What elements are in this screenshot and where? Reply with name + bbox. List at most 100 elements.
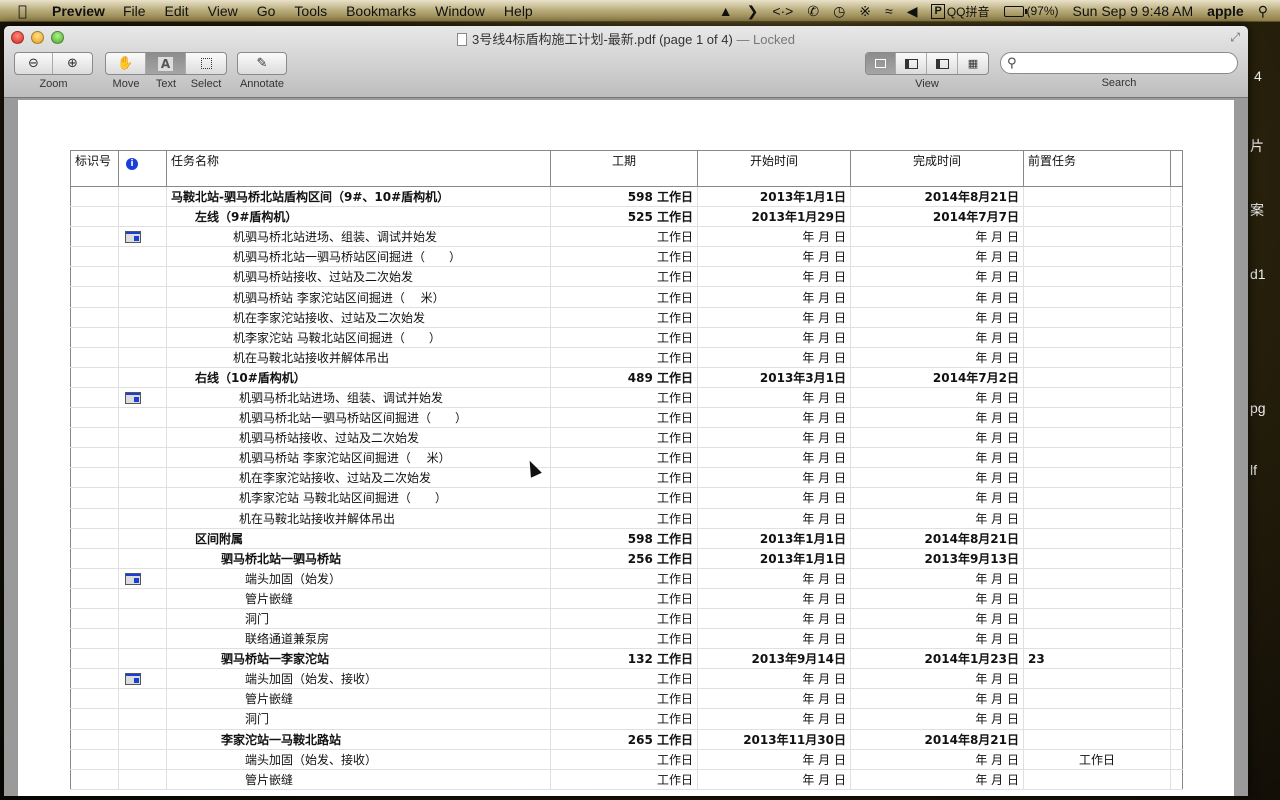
cell-finish: 年 月 日 — [850, 668, 1024, 690]
cell-finish: 年 月 日 — [850, 386, 1024, 409]
table-row[interactable]: 机在马鞍北站接收并解体吊出 工作日年 月 日年 月 日 — [70, 346, 1183, 368]
table-row[interactable]: 联络通道兼泵房 工作日年 月 日年 月 日 — [70, 628, 1183, 650]
cell-task-name: 机在马鞍北站接收并解体吊出 — [166, 507, 551, 529]
menu-app-preview[interactable]: Preview — [52, 3, 105, 19]
table-row[interactable]: 洞门 工作日年 月 日年 月 日 — [70, 708, 1183, 730]
view-thumbnails-button[interactable] — [896, 53, 927, 74]
table-row[interactable]: 驷马桥站一李家沱站 132 工作日 2013年9月14日 2014年1月23日 23 — [70, 648, 1183, 670]
battery-menu[interactable]: (97%) — [1003, 4, 1059, 18]
cell-finish: 年 月 日 — [850, 407, 1024, 429]
view-contact-sheet-button[interactable]: ▦ — [958, 53, 988, 74]
cell-start: 年 月 日 — [697, 226, 851, 248]
menu-view[interactable]: View — [208, 3, 238, 19]
search-input[interactable] — [1020, 56, 1237, 70]
cell-indicator — [118, 607, 167, 630]
table-row[interactable]: 端头加固（始发、接收） 工作日年 月 日年 月 日 — [70, 668, 1183, 690]
table-row[interactable]: 洞门 工作日年 月 日年 月 日 — [70, 607, 1183, 630]
document-view[interactable]: 标识号 i 任务名称 工期 开始时间 完成时间 前置任务 马鞍北站-驷马桥北站盾… — [4, 99, 1248, 796]
table-row[interactable]: 李家沱站一马鞍北路站 265 工作日 2013年11月30日 2014年8月21日 — [70, 728, 1183, 750]
table-row[interactable]: 机在李家沱站接收、过站及二次始发 工作日年 月 日年 月 日 — [70, 467, 1183, 489]
cell-id — [70, 487, 119, 509]
cell-task-name: 端头加固（始发、接收） — [166, 668, 551, 690]
cell-extra — [1170, 286, 1183, 308]
table-row[interactable]: 机驷马桥站 李家沱站区间掘进（ 米） 工作日年 月 日年 月 日 — [70, 447, 1183, 469]
grid-icon: ▦ — [967, 57, 979, 70]
clock[interactable]: Sun Sep 9 9:48 AM — [1073, 3, 1194, 19]
cell-duration: 工作日 — [550, 628, 698, 650]
time-machine-icon[interactable]: ◷ — [833, 3, 845, 20]
table-row[interactable]: 机在李家沱站接收、过站及二次始发 工作日年 月 日年 月 日 — [70, 306, 1183, 328]
annotate-button[interactable]: ✎ — [238, 53, 286, 74]
select-tool-button[interactable] — [186, 53, 226, 74]
table-row[interactable]: 机驷马桥站接收、过站及二次始发 工作日年 月 日年 月 日 — [70, 427, 1183, 449]
fullscreen-icon[interactable]: ⤢ — [1230, 30, 1240, 45]
table-row[interactable]: 端头加固（始发） 工作日年 月 日年 月 日 — [70, 567, 1183, 589]
table-row[interactable]: 机驷马桥站接收、过站及二次始发 工作日年 月 日年 月 日 — [70, 266, 1183, 288]
locked-label: — Locked — [732, 32, 795, 47]
cell-task-name: 机驷马桥站 李家沱站区间掘进（ 米） — [166, 447, 551, 469]
table-row[interactable]: 端头加固（始发、接收） 工作日年 月 日年 月 日工作日 — [70, 748, 1183, 770]
cell-id — [70, 246, 119, 268]
menu-window[interactable]: Window — [435, 3, 485, 19]
cell-task-name: 机在马鞍北站接收并解体吊出 — [166, 346, 551, 368]
zoom-group: ⊖ ⊕ Zoom — [14, 52, 93, 90]
chevron-right-icon[interactable]: ❯ — [747, 3, 759, 20]
table-row[interactable]: 机驷马桥北站一驷马桥站区间掘进（ ）工作日年 月 日年 月 日 — [70, 407, 1183, 429]
view-content-only-button[interactable] — [866, 53, 896, 74]
cell-finish: 2014年1月23日 — [850, 648, 1024, 670]
table-row[interactable]: 区间附属 598 工作日 2013年1月1日 2014年8月21日 — [70, 527, 1183, 549]
menu-help[interactable]: Help — [504, 3, 533, 19]
table-row[interactable]: 机驷马桥北站一驷马桥站区间掘进（ ）工作日年 月 日年 月 日 — [70, 246, 1183, 268]
cell-task-name: 机李家沱站 马鞍北站区间掘进（ ） — [166, 326, 551, 348]
phone-icon[interactable]: ✆ — [807, 3, 819, 20]
cell-duration: 工作日 — [550, 567, 698, 589]
table-row[interactable]: 右线（10#盾构机） 489 工作日 2013年3月1日 2014年7月2日 — [70, 366, 1183, 388]
cell-extra — [1170, 547, 1183, 569]
volume-icon[interactable]: ◀ — [907, 3, 918, 20]
table-row[interactable]: 机驷马桥北站进场、组装、调试并始发 工作日年 月 日年 月 日 — [70, 386, 1183, 409]
move-tool-button[interactable]: ✋ — [106, 53, 146, 74]
sidebar-list-icon — [935, 58, 949, 69]
preview-window: 3号线4标盾构施工计划-最新.pdf (page 1 of 4) — Locke… — [4, 26, 1248, 796]
table-row[interactable]: 左线（9#盾构机） 525 工作日 2013年1月29日 2014年7月7日 — [70, 206, 1183, 228]
table-row[interactable]: 机在马鞍北站接收并解体吊出 工作日年 月 日年 月 日 — [70, 507, 1183, 529]
pdf-page[interactable]: 标识号 i 任务名称 工期 开始时间 完成时间 前置任务 马鞍北站-驷马桥北站盾… — [18, 100, 1234, 796]
code-arrows-icon[interactable]: <·> — [772, 3, 793, 19]
cell-duration: 598 工作日 — [550, 185, 698, 208]
view-toc-button[interactable] — [927, 53, 958, 74]
table-row[interactable]: 管片嵌缝 工作日年 月 日年 月 日 — [70, 688, 1183, 710]
user-menu[interactable]: apple — [1207, 3, 1244, 19]
cell-extra — [1170, 467, 1183, 489]
menu-go[interactable]: Go — [257, 3, 276, 19]
table-row[interactable]: 机李家沱站 马鞍北站区间掘进（ ）工作日年 月 日年 月 日 — [70, 487, 1183, 509]
zoom-out-button[interactable]: ⊖ — [15, 53, 53, 74]
apple-logo-icon[interactable]:  — [18, 2, 38, 20]
menu-tools[interactable]: Tools — [294, 3, 327, 19]
search-field[interactable]: ⚲ — [1000, 52, 1238, 74]
input-method-menu[interactable]: P QQ拼音 — [931, 3, 990, 20]
cell-start: 年 月 日 — [697, 607, 851, 630]
qq-penguin-icon[interactable]: ▲ — [719, 3, 733, 19]
table-row[interactable]: 管片嵌缝 工作日年 月 日年 月 日 — [70, 768, 1183, 790]
cell-extra — [1170, 447, 1183, 469]
zoom-in-button[interactable]: ⊕ — [53, 53, 92, 74]
table-row[interactable]: 驷马桥北站一驷马桥站 256 工作日 2013年1月1日 2013年9月13日 — [70, 547, 1183, 569]
menu-bookmarks[interactable]: Bookmarks — [346, 3, 416, 19]
menu-file[interactable]: File — [123, 3, 146, 19]
cell-id — [70, 286, 119, 308]
table-row[interactable]: 管片嵌缝 工作日年 月 日年 月 日 — [70, 587, 1183, 609]
tool-mode-group: ✋ A Move Text Select — [105, 52, 227, 90]
header-task-name: 任务名称 — [166, 150, 551, 187]
table-row[interactable]: 机李家沱站 马鞍北站区间掘进（ ）工作日年 月 日年 月 日 — [70, 326, 1183, 348]
bluetooth-icon[interactable]: ※ — [859, 3, 871, 20]
table-row[interactable]: 机驷马桥北站进场、组装、调试并始发 工作日年 月 日年 月 日 — [70, 226, 1183, 248]
table-header-row: 标识号 i 任务名称 工期 开始时间 完成时间 前置任务 — [70, 150, 1183, 187]
menu-edit[interactable]: Edit — [165, 3, 189, 19]
task-table-body: 马鞍北站-驷马桥北站盾构区间（9#、10#盾构机） 598 工作日 2013年1月1… — [70, 185, 1183, 790]
zoom-label: Zoom — [39, 78, 68, 90]
table-row[interactable]: 马鞍北站-驷马桥北站盾构区间（9#、10#盾构机） 598 工作日 2013年1月1… — [70, 185, 1183, 208]
spotlight-search-icon[interactable]: ⚲ — [1258, 3, 1268, 20]
wifi-icon[interactable]: ≈ — [885, 3, 893, 19]
table-row[interactable]: 机驷马桥站 李家沱站区间掘进（ 米） 工作日年 月 日年 月 日 — [70, 286, 1183, 308]
text-tool-button[interactable]: A — [146, 53, 186, 74]
